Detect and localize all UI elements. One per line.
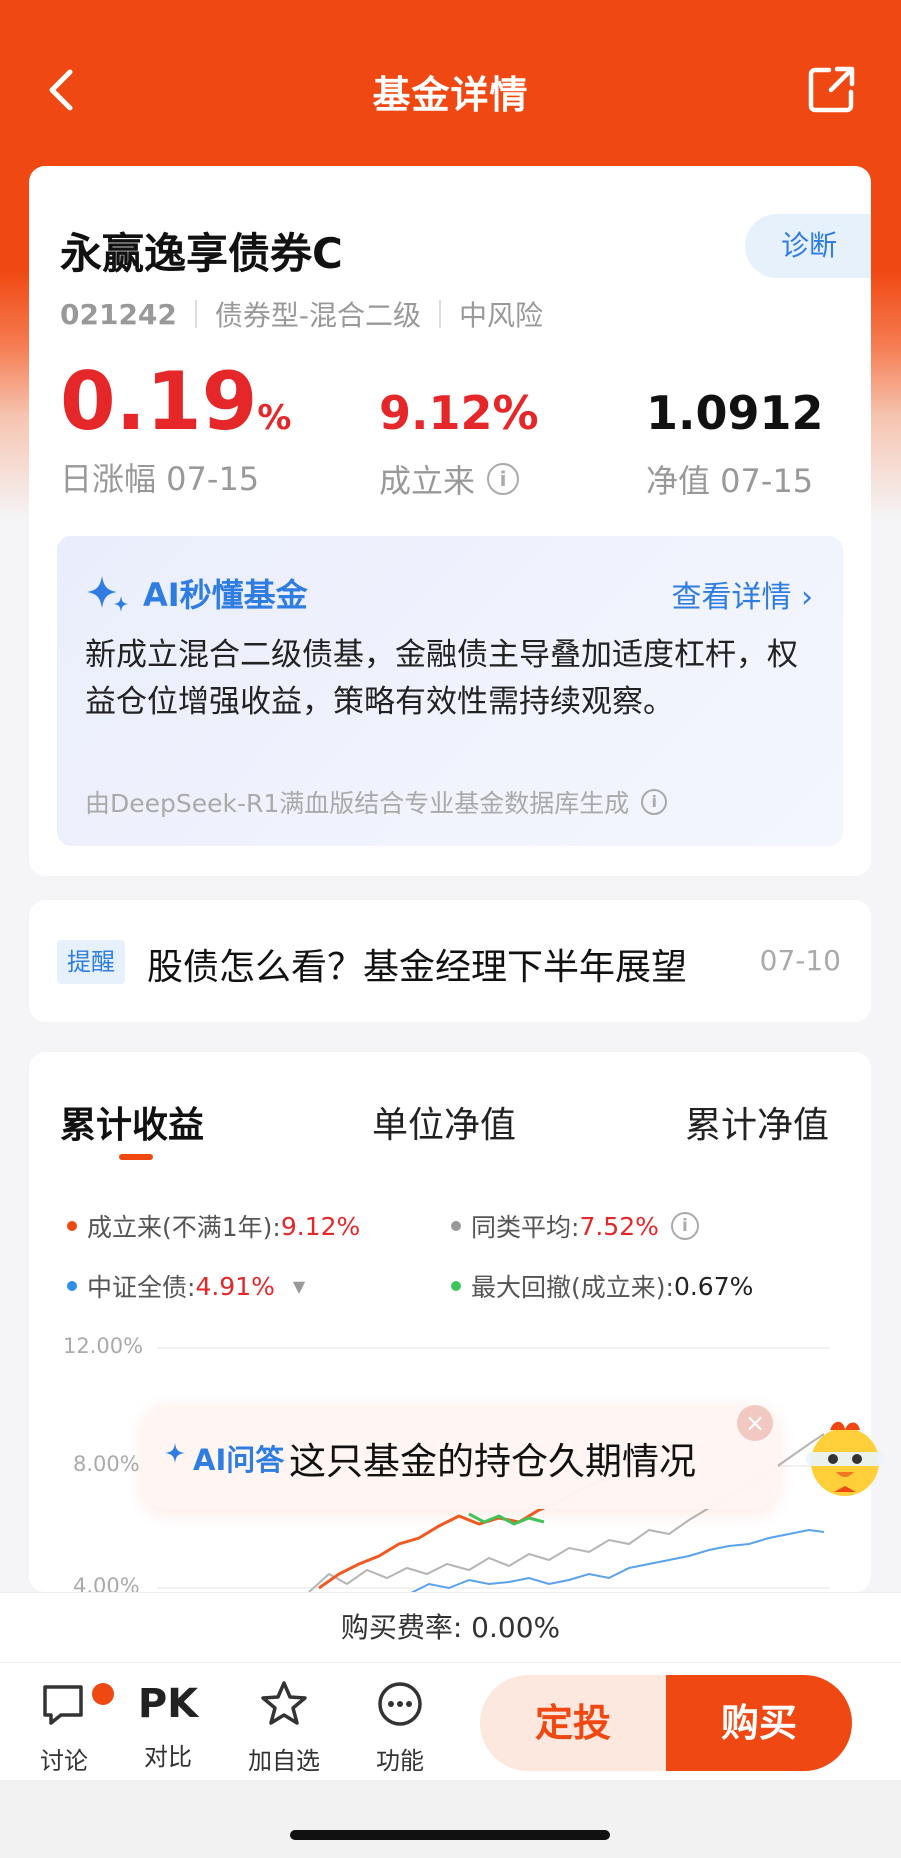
sparkle-icon — [165, 1443, 185, 1463]
legend-peer-average: 同类平均: 7.52% i — [451, 1208, 699, 1244]
notice-date: 07-10 — [759, 944, 841, 977]
compare-label: 对比 — [144, 1743, 192, 1771]
ai-source-text: 由DeepSeek-R1满血版结合专业基金数据库生成 — [85, 789, 630, 818]
legend-value: 9.12% — [280, 1211, 361, 1241]
home-indicator[interactable] — [290, 1830, 610, 1840]
legend-dot — [451, 1281, 461, 1291]
daily-change-label: 日涨幅 07-15 — [60, 460, 260, 498]
fund-summary-card: 永赢逸享债券C 诊断 021242 债券型-混合二级 中风险 0.19% 日涨幅… — [29, 166, 871, 876]
legend-label: 同类平均: — [471, 1213, 580, 1242]
nav-value: 1.0912 — [646, 386, 824, 440]
notice-card[interactable]: 提醒 股债怎么看？基金经理下半年展望 07-10 — [29, 900, 871, 1022]
ai-source-note: 由DeepSeek-R1满血版结合专业基金数据库生成 i — [85, 784, 668, 820]
add-watchlist-label: 加自选 — [248, 1747, 320, 1775]
purchase-fee-bar: 购买费率: 0.00% — [0, 1592, 901, 1662]
buy-button[interactable]: 购买 — [666, 1675, 852, 1771]
ai-qa-question: 这只基金的持仓久期情况 — [289, 1440, 696, 1483]
legend-label: 成立来(不满1年): — [87, 1213, 281, 1242]
daily-change-value: 0.19 — [60, 355, 258, 448]
ai-summary-text: 新成立混合二级债基，金融债主导叠加适度杠杆，权益仓位增强收益，策略有效性需持续观… — [85, 637, 798, 720]
page-title: 基金详情 — [372, 73, 529, 117]
legend-dot — [451, 1221, 461, 1231]
fund-type: 债券型-混合二级 — [214, 299, 422, 332]
notice-tag: 提醒 — [57, 940, 125, 984]
daily-change-stat: 0.19% 日涨幅 07-15 — [60, 362, 291, 500]
bottom-action-bar: 讨论 PK 对比 加自选 功能 定投 购买 — [0, 1662, 901, 1780]
legend-label: 最大回撤(成立来): — [471, 1273, 674, 1302]
chevron-right-icon: › — [801, 580, 813, 615]
discuss-button[interactable]: 讨论 — [24, 1677, 114, 1776]
daily-change-unit: % — [257, 398, 292, 438]
diagnose-button[interactable]: 诊断 — [745, 214, 871, 278]
tab-cumulative-nav[interactable]: 累计净值 — [685, 1096, 829, 1148]
compare-button[interactable]: PK 对比 — [128, 1677, 208, 1772]
legend-value: 4.91% — [195, 1271, 275, 1301]
regular-invest-button[interactable]: 定投 — [480, 1675, 666, 1771]
info-icon[interactable]: i — [670, 1212, 699, 1240]
legend-max-drawdown: 最大回撤(成立来): 0.67% — [451, 1268, 753, 1304]
performance-chart-card: 累计收益 单位净值 累计净值 成立来(不满1年): 9.12% 同类平均: 7.52… — [29, 1052, 871, 1592]
fund-code: 021242 — [60, 297, 177, 331]
share-icon — [808, 66, 855, 113]
active-tab-indicator — [119, 1154, 153, 1160]
discuss-label: 讨论 — [40, 1747, 88, 1775]
share-button[interactable] — [807, 64, 857, 114]
add-watchlist-button[interactable]: 加自选 — [244, 1677, 324, 1776]
nav-bar: 基金详情 — [0, 50, 901, 130]
inception-return-stat: 9.12% 成立来 i — [379, 390, 539, 502]
chat-bubble-icon — [43, 1685, 83, 1725]
view-details-label: 查看详情 — [671, 580, 792, 615]
info-icon[interactable]: i — [641, 789, 668, 815]
more-icon — [378, 1682, 422, 1726]
ai-qa-prefix: AI问答 — [193, 1443, 285, 1477]
legend-benchmark[interactable]: 中证全债: 4.91% ▼ — [67, 1268, 305, 1304]
fund-meta: 021242 债券型-混合二级 中风险 — [60, 294, 543, 334]
more-functions-label: 功能 — [376, 1747, 424, 1775]
benchmark-line — [410, 1528, 825, 1592]
ai-summary-header: AI秒懂基金 — [85, 570, 308, 616]
ai-summary-panel[interactable]: AI秒懂基金 查看详情 › 新成立混合二级债基，金融债主导叠加适度杠杆，权益仓位… — [57, 536, 843, 846]
home-indicator-area — [0, 1780, 901, 1858]
fund-risk: 中风险 — [459, 299, 544, 332]
ai-qa-floating-prompt[interactable]: AI问答 这只基金的持仓久期情况 — [143, 1405, 778, 1509]
mascot-icon[interactable] — [800, 1412, 890, 1506]
more-functions-button[interactable]: 功能 — [360, 1677, 440, 1776]
fund-name: 永赢逸享债券C — [60, 229, 343, 278]
close-icon[interactable]: × — [737, 1405, 773, 1441]
view-details-link[interactable]: 查看详情 › — [671, 572, 813, 616]
info-icon[interactable]: i — [487, 463, 520, 495]
notification-dot — [92, 1683, 114, 1705]
purchase-buttons: 定投 购买 — [480, 1675, 852, 1771]
inception-return-label: 成立来 — [379, 462, 476, 500]
ai-summary-title: AI秒懂基金 — [143, 576, 308, 614]
caret-down-icon[interactable]: ▼ — [293, 1277, 305, 1296]
sparkle-icon — [87, 576, 128, 612]
star-icon — [261, 1681, 307, 1725]
nav-label: 净值 07-15 — [646, 462, 814, 500]
legend-value: 0.67% — [673, 1271, 754, 1301]
legend-label: 中证全债: — [87, 1273, 196, 1302]
inception-return-value: 9.12% — [379, 386, 539, 440]
tab-cumulative-return[interactable]: 累计收益 — [60, 1096, 204, 1148]
divider — [439, 300, 442, 328]
legend-dot — [67, 1221, 77, 1231]
tab-unit-nav[interactable]: 单位净值 — [372, 1096, 516, 1148]
legend-dot — [67, 1281, 77, 1291]
legend-fund: 成立来(不满1年): 9.12% — [67, 1208, 360, 1244]
divider — [194, 300, 197, 328]
notice-text: 股债怎么看？基金经理下半年展望 — [147, 947, 688, 988]
nav-stat: 1.0912 净值 07-15 — [646, 390, 824, 502]
pk-icon: PK — [137, 1681, 199, 1727]
legend-value: 7.52% — [579, 1211, 659, 1241]
